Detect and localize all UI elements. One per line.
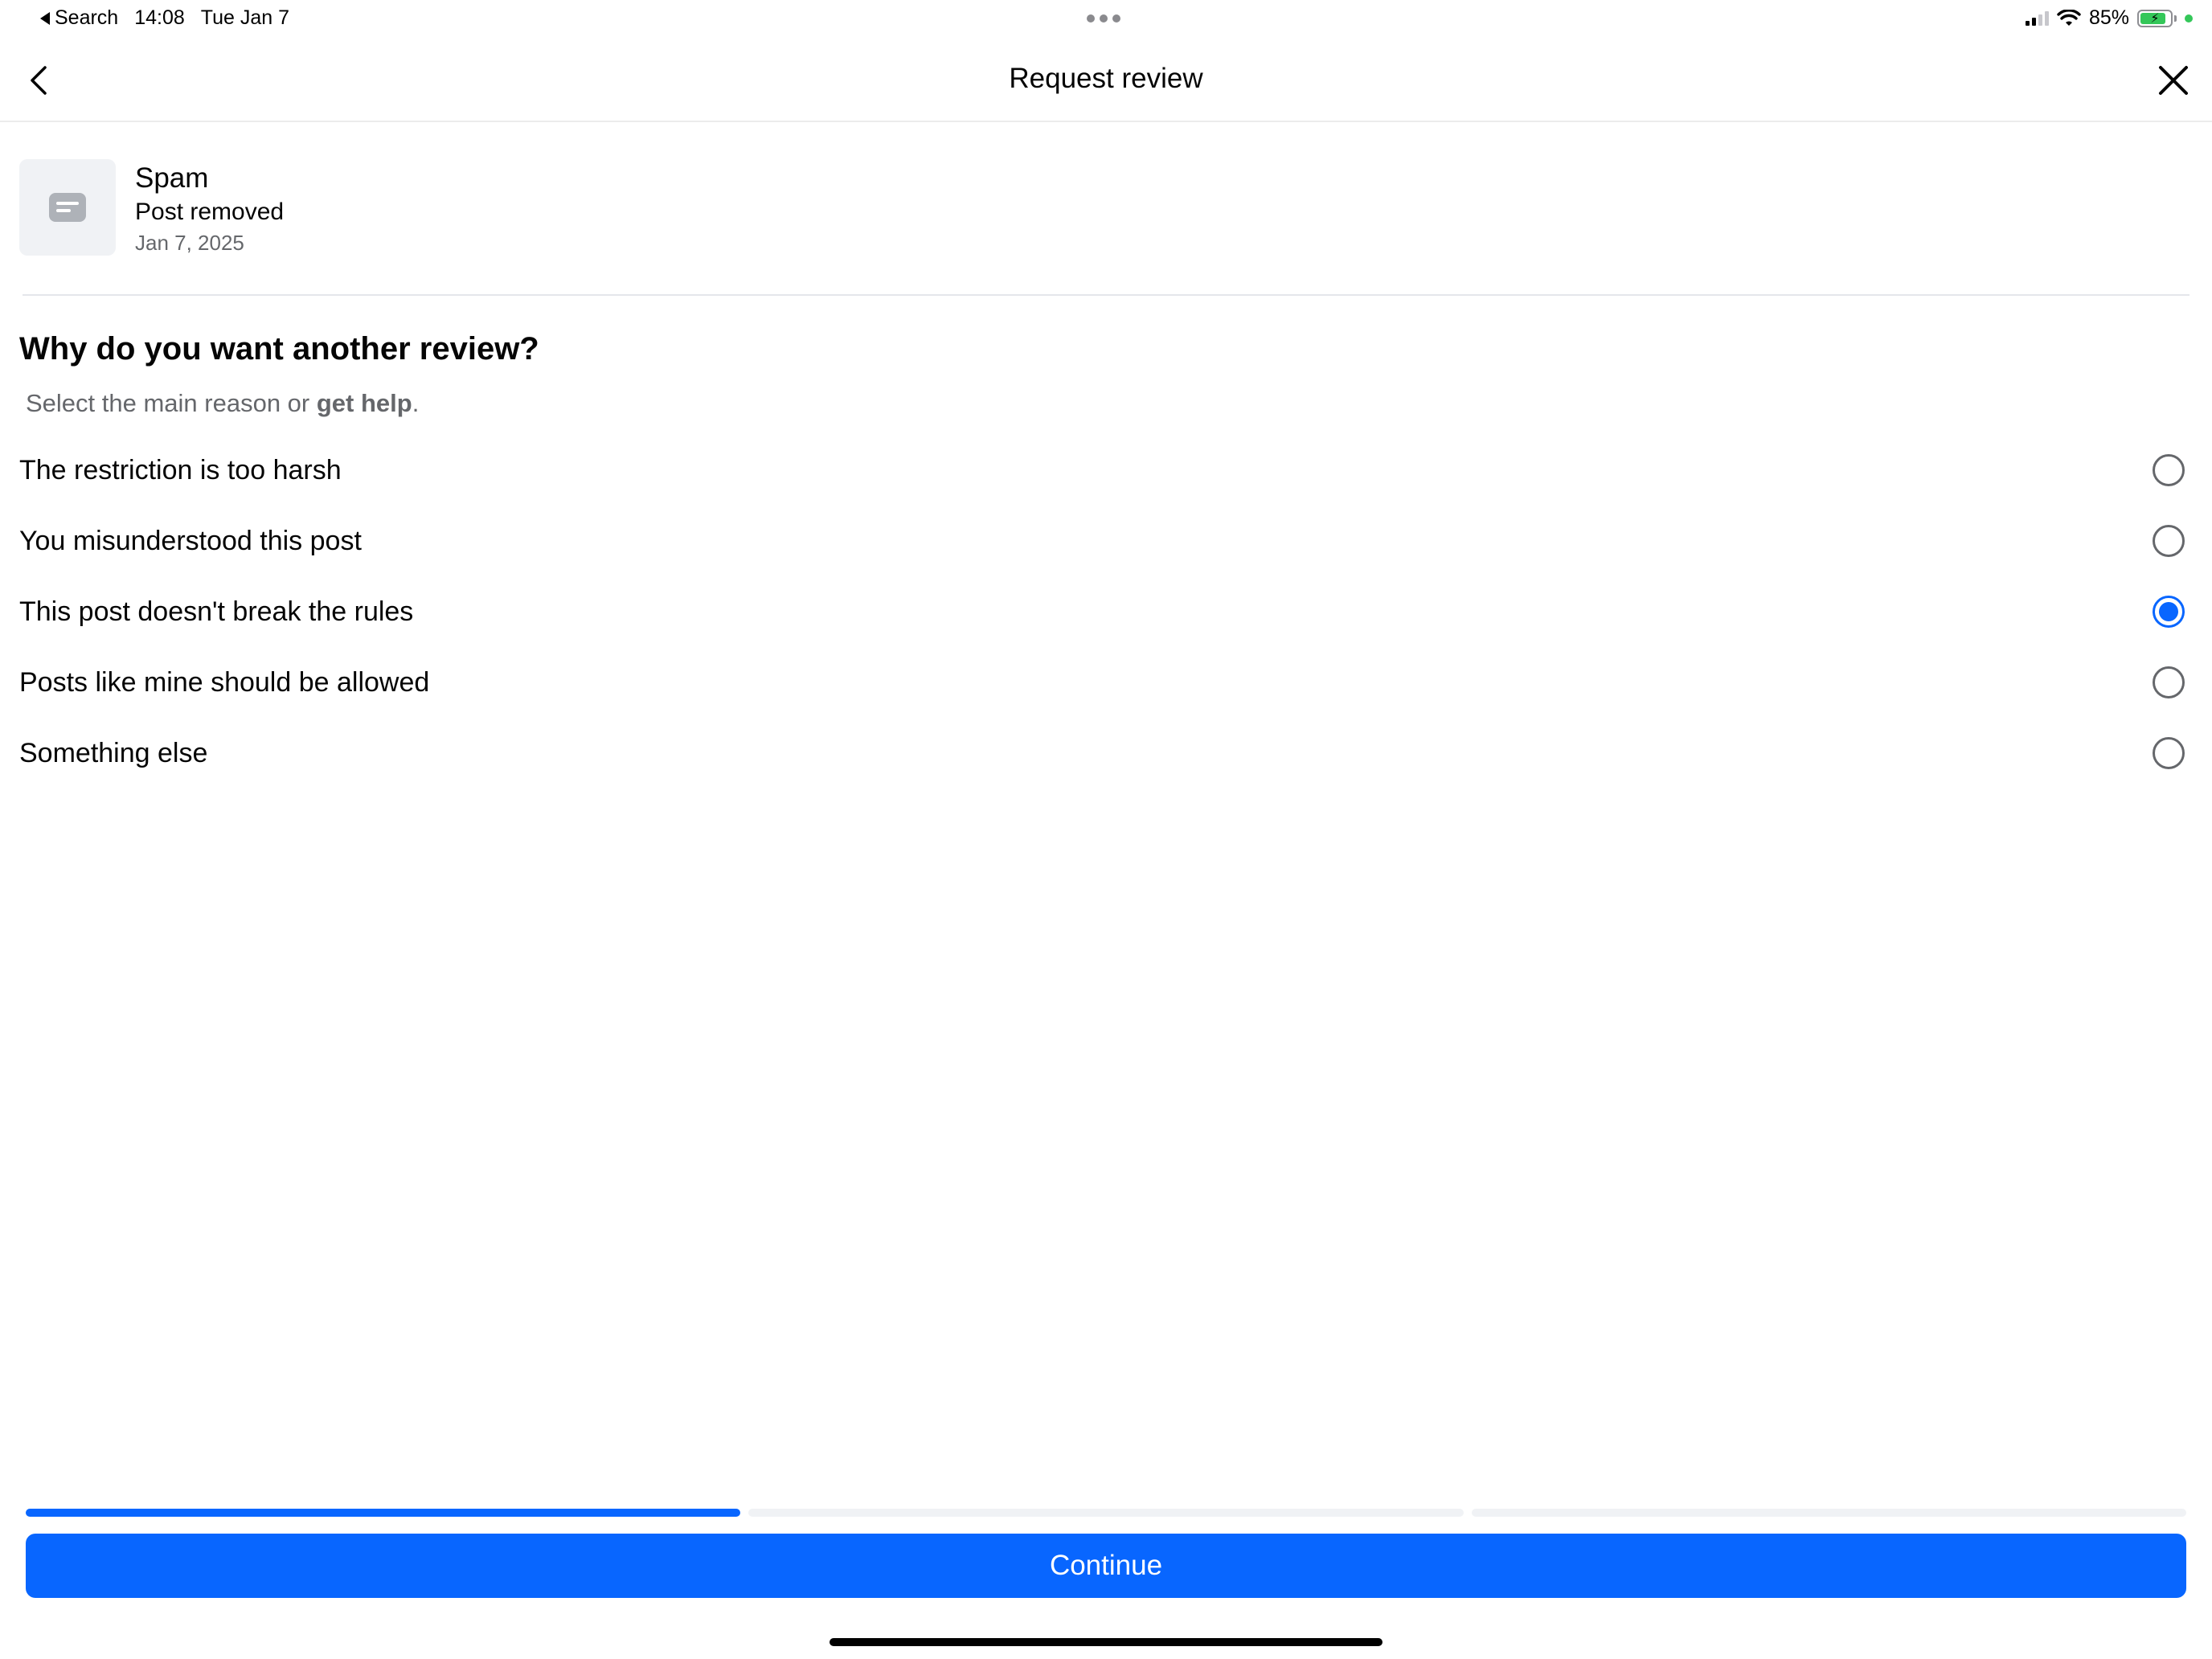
back-to-app-link[interactable]: Search [40, 6, 118, 30]
camera-indicator-dot [2185, 14, 2193, 23]
reason-option[interactable]: The restriction is too harsh [0, 435, 2212, 506]
home-indicator[interactable] [830, 1638, 1382, 1646]
content-summary-text: Spam Post removed Jan 7, 2025 [135, 159, 284, 257]
progress-segment [26, 1509, 741, 1517]
close-button[interactable] [2153, 59, 2194, 101]
subtitle-period: . [412, 389, 420, 417]
reason-option[interactable]: You misunderstood this post [0, 506, 2212, 576]
battery-percent: 85% [2088, 6, 2129, 29]
question-heading: Why do you want another review? [19, 331, 539, 367]
progress-segment [748, 1509, 1464, 1517]
reason-option-label: The restriction is too harsh [19, 454, 342, 485]
progress-segment [1471, 1509, 2186, 1517]
reason-option-label: This post doesn't break the rules [19, 596, 414, 627]
action-date: Jan 7, 2025 [135, 231, 244, 255]
battery-nub [2174, 14, 2177, 22]
close-icon [2159, 66, 2188, 95]
reason-options: The restriction is too harsh You misunde… [0, 435, 2212, 789]
reason-option[interactable]: Posts like mine should be allowed [0, 647, 2212, 718]
multitasking-dots-icon[interactable] [1087, 14, 1120, 23]
content-summary: Spam Post removed Jan 7, 2025 [19, 159, 284, 257]
reason-option[interactable]: This post doesn't break the rules [0, 576, 2212, 647]
reason-option-label: Posts like mine should be allowed [19, 666, 430, 698]
status-left: Search 14:08 Tue Jan 7 [40, 6, 289, 30]
reason-option[interactable]: Something else [0, 718, 2212, 789]
radio-button[interactable] [2153, 525, 2185, 557]
question-subtitle: Select the main reason or get help. [26, 389, 419, 418]
back-app-label: Search [55, 6, 119, 29]
reason-option-label: Something else [19, 737, 208, 768]
action-status: Post removed [135, 199, 285, 225]
subtitle-text: Select the main reason or [26, 389, 317, 417]
step-progress-bar [26, 1509, 2186, 1517]
battery-icon: ⚡ [2137, 9, 2173, 27]
charging-bolt-icon: ⚡ [2150, 11, 2160, 26]
get-help-link[interactable]: get help [317, 389, 412, 417]
post-thumbnail [19, 159, 116, 256]
violation-category: Spam [135, 162, 209, 194]
status-right: 85% ⚡ [2025, 6, 2193, 30]
back-triangle-icon [40, 11, 50, 25]
status-time: 14:08 [134, 6, 185, 29]
header: Request review [0, 39, 2212, 122]
radio-button[interactable] [2153, 666, 2185, 698]
radio-button[interactable] [2153, 596, 2185, 628]
message-icon [49, 193, 86, 222]
status-bar: Search 14:08 Tue Jan 7 85% ⚡ [0, 0, 2212, 39]
continue-button[interactable]: Continue [26, 1534, 2186, 1598]
radio-button[interactable] [2153, 454, 2185, 486]
status-date: Tue Jan 7 [200, 6, 290, 29]
wifi-icon [2057, 9, 2081, 26]
divider [23, 294, 2189, 296]
reason-option-label: You misunderstood this post [19, 525, 362, 556]
cellular-signal-icon [2025, 10, 2049, 26]
radio-button[interactable] [2153, 737, 2185, 769]
page-title: Request review [1009, 63, 1203, 94]
